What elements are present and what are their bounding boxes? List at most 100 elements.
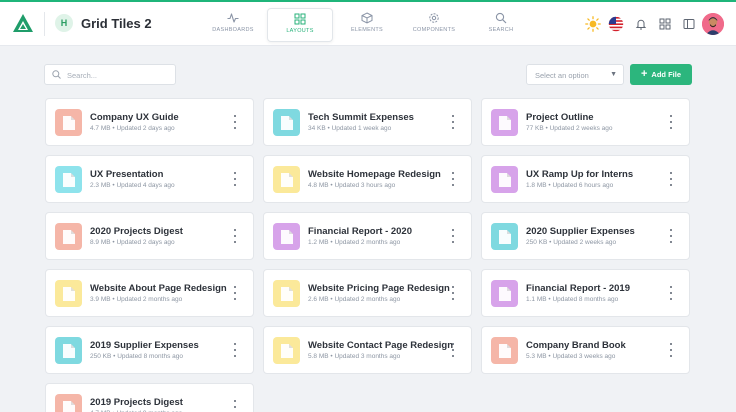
more-options-icon[interactable] <box>450 343 456 357</box>
file-card[interactable]: Financial Report - 2019 1.1 MB • Updated … <box>481 269 690 317</box>
filter-select[interactable]: Select an option ▼ <box>526 64 624 85</box>
more-options-icon[interactable] <box>450 286 456 300</box>
file-name[interactable]: Financial Report - 2019 <box>526 283 630 294</box>
menu-dot <box>670 127 672 129</box>
file-name[interactable]: 2020 Projects Digest <box>90 226 183 237</box>
file-card[interactable]: Company UX Guide 4.7 MB • Updated 2 days … <box>45 98 254 146</box>
more-options-icon[interactable] <box>450 172 456 186</box>
more-options-icon[interactable] <box>232 343 238 357</box>
file-card[interactable]: Website Contact Page Redesign 5.8 MB • Up… <box>263 326 472 374</box>
logo-icon[interactable] <box>12 13 34 33</box>
nav-dashboards[interactable]: DASHBOARDS <box>200 8 266 42</box>
document-icon <box>280 286 293 301</box>
file-name[interactable]: Company UX Guide <box>90 112 179 123</box>
nav-layouts[interactable]: LAYOUTS <box>267 8 333 42</box>
file-card[interactable]: Website About Page Redesign 3.9 MB • Upda… <box>45 269 254 317</box>
file-name[interactable]: 2019 Projects Digest <box>90 397 183 408</box>
file-card[interactable]: Project Outline 77 KB • Updated 2 weeks a… <box>481 98 690 146</box>
file-updated: Updated 8 months ago <box>552 296 619 303</box>
menu-dot <box>234 178 236 180</box>
file-name[interactable]: Project Outline <box>526 112 594 123</box>
file-card[interactable]: 2020 Projects Digest 8.9 MB • Updated 2 d… <box>45 212 254 260</box>
file-type-icon <box>491 166 518 193</box>
notifications-button[interactable] <box>632 15 650 33</box>
file-meta: 2.3 MB • Updated 4 days ago <box>90 182 175 189</box>
file-name[interactable]: UX Presentation <box>90 169 163 180</box>
menu-dot <box>670 298 672 300</box>
file-card[interactable]: 2019 Projects Digest4.7 MB • Updated 9 m… <box>45 383 254 412</box>
us-flag-icon <box>608 16 624 32</box>
more-options-icon[interactable] <box>232 400 238 412</box>
sidebar-toggle-button[interactable] <box>680 15 698 33</box>
file-card[interactable]: Company Brand Book 5.3 MB • Updated 3 wee… <box>481 326 690 374</box>
file-card[interactable]: UX Ramp Up for Interns 1.8 MB • Updated 6… <box>481 155 690 203</box>
file-name[interactable]: UX Ramp Up for Interns <box>526 169 633 180</box>
file-name[interactable]: Website Pricing Page Redesign <box>308 283 450 294</box>
menu-dot <box>234 355 236 357</box>
divider <box>44 12 45 36</box>
file-card[interactable]: 2019 Supplier Expenses 250 KB • Updated 8… <box>45 326 254 374</box>
more-options-icon[interactable] <box>668 115 674 129</box>
more-options-icon[interactable] <box>668 343 674 357</box>
user-avatar[interactable] <box>702 13 724 35</box>
language-selector[interactable] <box>607 15 625 33</box>
file-card[interactable]: Tech Summit Expenses 34 KB • Updated 1 we… <box>263 98 472 146</box>
file-card[interactable]: Website Homepage Redesign 4.8 MB • Update… <box>263 155 472 203</box>
menu-dot <box>234 400 236 402</box>
more-options-icon[interactable] <box>450 115 456 129</box>
add-file-label: Add File <box>651 70 682 79</box>
more-options-icon[interactable] <box>668 229 674 243</box>
file-type-icon <box>491 280 518 307</box>
apps-button[interactable] <box>656 15 674 33</box>
file-name[interactable]: 2020 Supplier Expenses <box>526 226 635 237</box>
menu-dot <box>452 115 454 117</box>
file-name[interactable]: 2019 Supplier Expenses <box>90 340 199 351</box>
file-name[interactable]: Website Homepage Redesign <box>308 169 441 180</box>
file-name[interactable]: Website About Page Redesign <box>90 283 227 294</box>
file-size: 8.9 MB <box>90 239 111 246</box>
file-type-icon <box>273 337 300 364</box>
file-name[interactable]: Financial Report - 2020 <box>308 226 412 237</box>
menu-dot <box>234 298 236 300</box>
menu-dot <box>452 349 454 351</box>
grid-icon <box>294 13 306 25</box>
file-type-icon <box>55 280 82 307</box>
menu-dot <box>670 292 672 294</box>
nav-search[interactable]: SEARCH <box>468 8 534 42</box>
more-options-icon[interactable] <box>232 229 238 243</box>
file-card[interactable]: Financial Report - 2020 1.2 MB • Updated … <box>263 212 472 260</box>
theme-toggle[interactable] <box>584 15 602 33</box>
file-name[interactable]: Company Brand Book <box>526 340 626 351</box>
more-options-icon[interactable] <box>232 172 238 186</box>
more-options-icon[interactable] <box>232 115 238 129</box>
menu-dot <box>452 292 454 294</box>
menu-dot <box>670 115 672 117</box>
more-options-icon[interactable] <box>232 286 238 300</box>
file-card[interactable]: 2020 Supplier Expenses 250 KB • Updated 2… <box>481 212 690 260</box>
more-options-icon[interactable] <box>668 172 674 186</box>
file-updated: Updated 2 days ago <box>116 125 175 132</box>
file-type-icon <box>273 280 300 307</box>
file-name[interactable]: Tech Summit Expenses <box>308 112 414 123</box>
search-input[interactable] <box>67 68 167 82</box>
menu-dot <box>234 235 236 237</box>
nav-components[interactable]: COMPONENTS <box>401 8 467 42</box>
file-type-icon <box>55 109 82 136</box>
file-card[interactable]: UX Presentation 2.3 MB • Updated 4 days a… <box>45 155 254 203</box>
search-box[interactable] <box>44 64 176 85</box>
nav-label: SEARCH <box>488 27 514 33</box>
file-grid: Company UX Guide 4.7 MB • Updated 2 days … <box>45 98 691 412</box>
file-size: 1.1 MB <box>526 296 547 303</box>
more-options-icon[interactable] <box>668 286 674 300</box>
file-name[interactable]: Website Contact Page Redesign <box>308 340 453 351</box>
nav-label: COMPONENTS <box>412 27 456 33</box>
menu-dot <box>452 184 454 186</box>
file-meta: 3.9 MB • Updated 2 months ago <box>90 296 182 303</box>
add-file-button[interactable]: + Add File <box>630 64 692 85</box>
sun-icon <box>585 16 601 32</box>
more-options-icon[interactable] <box>450 229 456 243</box>
file-card[interactable]: Website Pricing Page Redesign 2.6 MB • Up… <box>263 269 472 317</box>
menu-dot <box>452 241 454 243</box>
nav-elements[interactable]: ELEMENTS <box>334 8 400 42</box>
menu-dot <box>670 121 672 123</box>
